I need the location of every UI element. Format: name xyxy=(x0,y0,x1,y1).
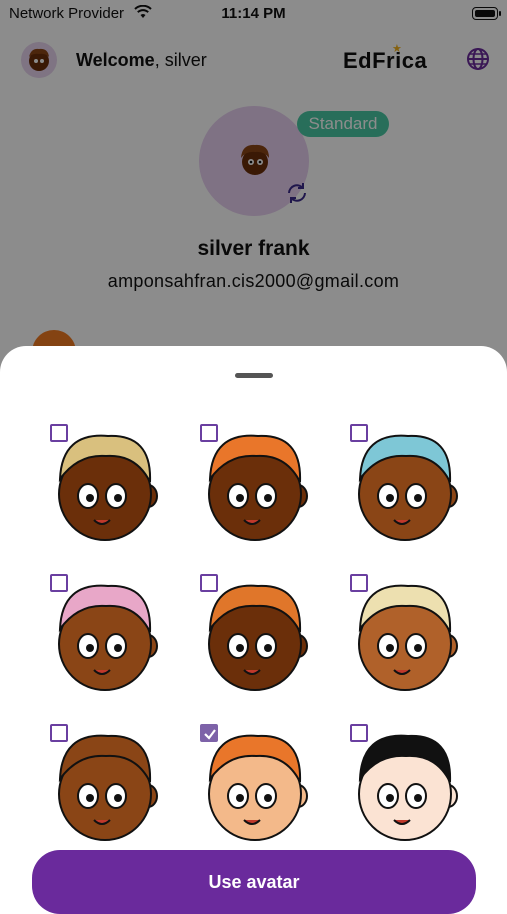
avatar-checkbox[interactable] xyxy=(50,724,68,742)
avatar-option[interactable] xyxy=(50,424,190,554)
avatar-option[interactable] xyxy=(350,574,490,704)
avatar-face-icon xyxy=(358,584,458,691)
avatar-checkbox[interactable] xyxy=(50,424,68,442)
avatar-checkbox[interactable] xyxy=(50,574,68,592)
avatar-option[interactable] xyxy=(350,424,490,554)
avatar-face-icon xyxy=(58,434,158,541)
avatar-option[interactable] xyxy=(50,724,190,854)
avatar-face-icon xyxy=(358,734,458,841)
use-avatar-button[interactable]: Use avatar xyxy=(32,850,476,914)
check-icon xyxy=(204,729,216,740)
avatar-face-icon xyxy=(208,434,308,541)
avatar-checkbox[interactable] xyxy=(350,724,368,742)
avatar-face-icon xyxy=(58,734,158,841)
avatar-option[interactable] xyxy=(200,424,340,554)
avatar-option[interactable] xyxy=(200,574,340,704)
avatar-face-icon xyxy=(58,584,158,691)
avatar-option[interactable] xyxy=(50,574,190,704)
avatar-face-icon xyxy=(208,734,308,841)
avatar-checkbox[interactable] xyxy=(350,424,368,442)
avatar-option[interactable] xyxy=(350,724,490,854)
avatar-checkbox[interactable] xyxy=(350,574,368,592)
avatar-face-icon xyxy=(358,434,458,541)
avatar-option[interactable] xyxy=(200,724,340,854)
avatar-checkbox[interactable] xyxy=(200,574,218,592)
avatar-checkbox[interactable] xyxy=(200,424,218,442)
avatar-checkbox[interactable] xyxy=(200,724,218,742)
avatar-face-icon xyxy=(208,584,308,691)
sheet-drag-handle[interactable] xyxy=(235,373,273,378)
